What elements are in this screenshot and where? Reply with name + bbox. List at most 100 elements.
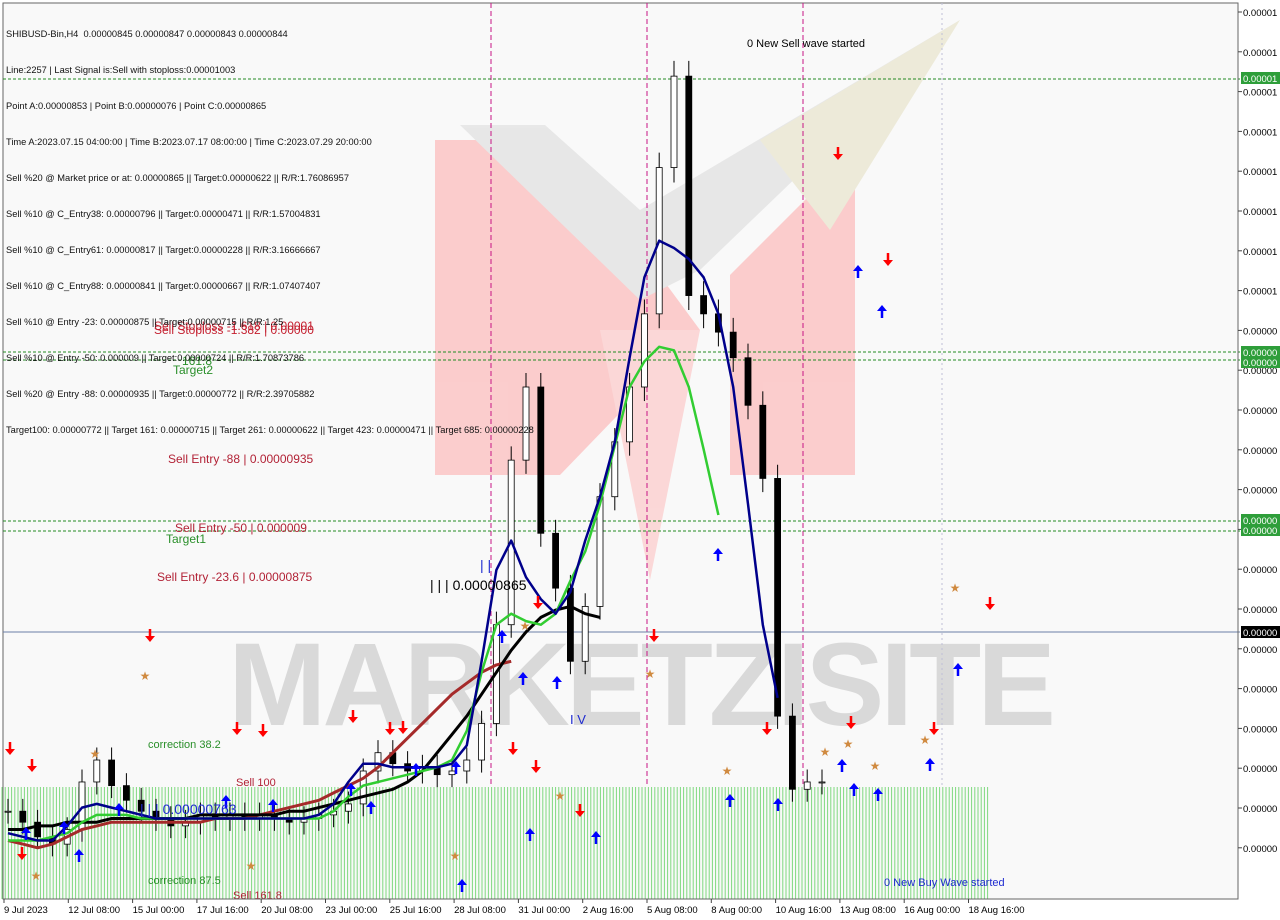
buy-wave-label: 0 New Buy Wave started bbox=[884, 877, 1005, 889]
x-tick-label: 12 Jul 08:00 bbox=[68, 905, 120, 916]
y-tick-label: 0.00001 bbox=[1243, 8, 1277, 19]
x-tick-label: 20 Jul 08:00 bbox=[261, 905, 313, 916]
info-line: Sell %10 @ Entry -23: 0.00000875 || Targ… bbox=[6, 317, 284, 327]
chart-window: MARKETZISITE ★ ★ ★ ★ ★ ★ ★ ★ ★ ★ ★ ★ ★ ★ 0 New Sell wav… bbox=[0, 0, 1280, 920]
candle-body bbox=[759, 404, 767, 479]
x-tick-label: 10 Aug 16:00 bbox=[776, 905, 832, 916]
point-b-label: | | | 0.00000763 bbox=[140, 801, 237, 817]
iv-label: I V bbox=[570, 712, 586, 727]
x-tick-label: 18 Aug 16:00 bbox=[969, 905, 1025, 916]
info-line: Point A:0.00000853 | Point B:0.00000076 … bbox=[6, 101, 267, 111]
y-tick-label: 0.00000 bbox=[1243, 685, 1277, 696]
candle-body bbox=[478, 723, 486, 761]
watermark-text: MARKETZISITE bbox=[228, 619, 1052, 751]
sell161-label: Sell 161.8 bbox=[233, 890, 282, 902]
star-icon: ★ bbox=[246, 859, 257, 873]
candle-body bbox=[567, 587, 574, 662]
candle-body bbox=[789, 715, 796, 790]
point-c-label: | | | 0.00000865 bbox=[430, 577, 527, 593]
x-tick-label: 16 Aug 00:00 bbox=[904, 905, 960, 916]
candle-body bbox=[700, 295, 707, 315]
price-tag-label: 0.00000 bbox=[1243, 526, 1277, 537]
candle-body bbox=[744, 357, 752, 406]
star-icon: ★ bbox=[820, 745, 831, 759]
star-icon: ★ bbox=[843, 737, 854, 751]
candle-body bbox=[729, 331, 737, 359]
y-tick-label: 0.00001 bbox=[1243, 127, 1277, 138]
info-line: Time A:2023.07.15 04:00:00 | Time B:2023… bbox=[6, 137, 372, 147]
y-tick-label: 0.00001 bbox=[1243, 88, 1277, 99]
y-tick-label: 0.00000 bbox=[1243, 326, 1277, 337]
x-tick-label: 13 Aug 08:00 bbox=[840, 905, 896, 916]
sell100-label: Sell 100 bbox=[236, 777, 276, 789]
info-line: Target100: 0.00000772 || Target 161: 0.0… bbox=[6, 425, 534, 435]
candle-body bbox=[123, 785, 130, 801]
star-icon: ★ bbox=[31, 869, 42, 883]
x-tick-label: 5 Aug 08:00 bbox=[647, 905, 698, 916]
correction875-label: correction 87.5 bbox=[148, 875, 221, 887]
y-tick-label: 0.00000 bbox=[1243, 804, 1277, 815]
candle-body bbox=[641, 313, 648, 388]
candle-body bbox=[34, 821, 41, 838]
candle-body bbox=[537, 386, 545, 534]
star-icon: ★ bbox=[920, 733, 931, 747]
y-tick-label: 0.00001 bbox=[1243, 247, 1277, 258]
info-line: Sell %20 @ Entry -88: 0.00000935 || Targ… bbox=[6, 389, 315, 399]
target1-label: Target1 bbox=[166, 532, 206, 546]
candle-body bbox=[448, 770, 456, 776]
info-line: Sell %10 @ C_Entry38: 0.00000796 || Targ… bbox=[6, 209, 321, 219]
x-tick-label: 17 Jul 16:00 bbox=[197, 905, 249, 916]
info-line: Sell %10 @ Entry -50: 0.000009 || Target… bbox=[6, 353, 305, 363]
info-line: Line:2257 | Last Signal is:Sell with sto… bbox=[6, 65, 236, 75]
x-tick-label: 2 Aug 16:00 bbox=[583, 905, 634, 916]
price-tag-label: 0.00000 bbox=[1243, 358, 1277, 369]
y-tick-label: 0.00000 bbox=[1243, 724, 1277, 735]
star-icon: ★ bbox=[870, 759, 881, 773]
info-line: Sell %10 @ C_Entry61: 0.00000817 || Targ… bbox=[6, 245, 321, 255]
star-icon: ★ bbox=[950, 581, 961, 595]
x-tick-label: 23 Jul 00:00 bbox=[326, 905, 378, 916]
star-icon: ★ bbox=[90, 747, 101, 761]
candle-body bbox=[344, 803, 352, 812]
candle-body bbox=[818, 781, 826, 784]
correction382-label: correction 38.2 bbox=[148, 739, 221, 751]
x-tick-label: 8 Aug 00:00 bbox=[711, 905, 762, 916]
y-tick-label: 0.00001 bbox=[1243, 207, 1277, 218]
y-tick-label: 0.00000 bbox=[1243, 446, 1277, 457]
entry23-label: Sell Entry -23.6 | 0.00000875 bbox=[157, 570, 313, 584]
candle-body bbox=[552, 532, 559, 589]
sell-wave-label: 0 New Sell wave started bbox=[747, 38, 865, 50]
info-line: SHIBUSD-Bin,H4 0.00000845 0.00000847 0.0… bbox=[6, 29, 288, 39]
x-tick-label: 9 Jul 2023 bbox=[4, 905, 48, 916]
info-line: Sell %10 @ C_Entry88: 0.00000841 || Targ… bbox=[6, 281, 321, 291]
x-tick-label: 15 Jul 00:00 bbox=[133, 905, 185, 916]
candle-body bbox=[670, 75, 678, 168]
y-tick-label: 0.00000 bbox=[1243, 645, 1277, 656]
candle-body bbox=[463, 759, 471, 772]
star-icon: ★ bbox=[140, 669, 151, 683]
y-tick-label: 0.00000 bbox=[1243, 605, 1277, 616]
candle-body bbox=[4, 810, 12, 813]
signal-info-panel: SHIBUSD-Bin,H4 0.00000845 0.00000847 0.0… bbox=[6, 4, 534, 460]
star-icon: ★ bbox=[722, 764, 733, 778]
info-line: Sell %20 @ Market price or at: 0.0000086… bbox=[6, 173, 349, 183]
star-icon: ★ bbox=[520, 619, 531, 633]
y-tick-label: 0.00000 bbox=[1243, 844, 1277, 855]
star-icon: ★ bbox=[645, 667, 656, 681]
y-tick-label: 0.00000 bbox=[1243, 406, 1277, 417]
candle-body bbox=[19, 810, 27, 823]
candle-body bbox=[108, 759, 115, 787]
candle-body bbox=[774, 478, 781, 717]
x-tick-label: 25 Jul 16:00 bbox=[390, 905, 442, 916]
x-tick-label: 28 Jul 08:00 bbox=[454, 905, 506, 916]
candle-body bbox=[93, 759, 101, 783]
price-tag-label: 0.00001 bbox=[1243, 74, 1277, 85]
star-icon: ★ bbox=[555, 789, 566, 803]
pipes-top-label: | | bbox=[480, 557, 491, 573]
candle-body bbox=[803, 781, 811, 790]
y-tick-label: 0.00000 bbox=[1243, 565, 1277, 576]
star-icon: ★ bbox=[450, 849, 461, 863]
y-tick-label: 0.00001 bbox=[1243, 48, 1277, 59]
x-tick-label: 31 Jul 00:00 bbox=[518, 905, 570, 916]
y-tick-label: 0.00000 bbox=[1243, 764, 1277, 775]
